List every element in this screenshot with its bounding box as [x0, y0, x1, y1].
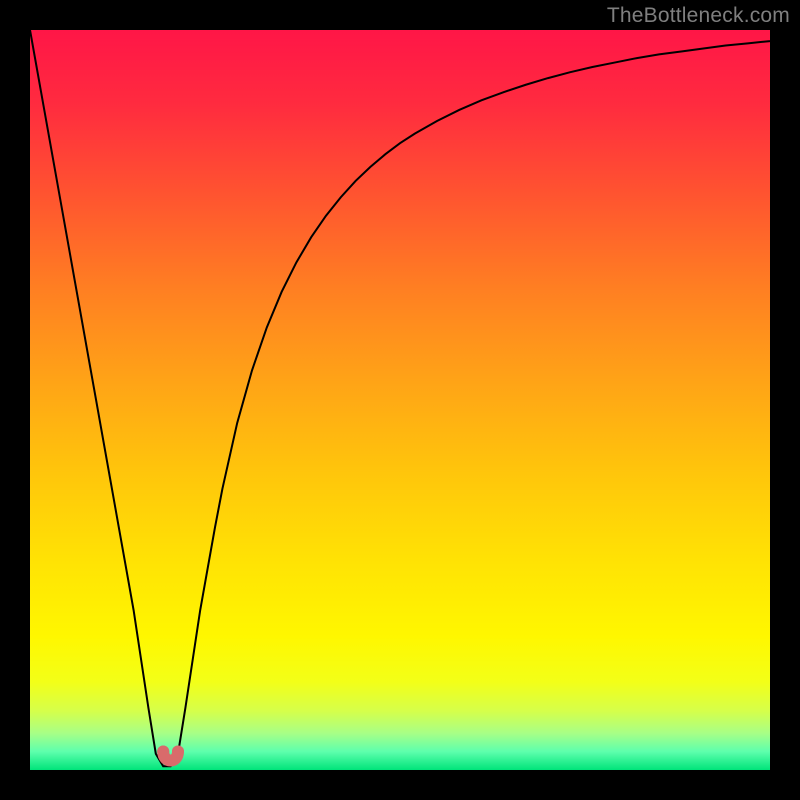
- attribution-label: TheBottleneck.com: [607, 4, 790, 28]
- bottleneck-curve-chart: [30, 30, 770, 770]
- chart-frame: TheBottleneck.com: [0, 0, 800, 800]
- plot-area: [30, 30, 770, 770]
- min-marker-right: [172, 746, 184, 758]
